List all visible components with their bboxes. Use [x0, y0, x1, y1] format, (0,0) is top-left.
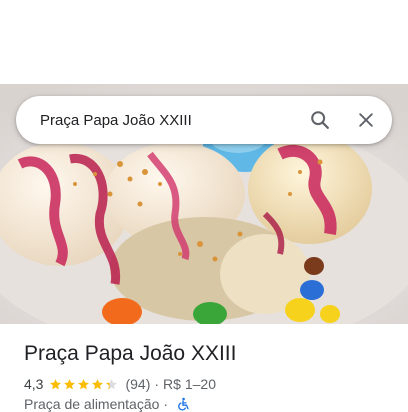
category-separator: · [163, 396, 169, 412]
rating-row: 4,3 (94) · R$ 1–20 [24, 376, 392, 392]
category-row: Praça de alimentação · [24, 396, 392, 412]
search-bar[interactable]: Praça Papa João XXIII [16, 96, 392, 144]
star-icon [78, 378, 90, 389]
search-icon[interactable] [300, 100, 340, 140]
rating-value: 4,3 [24, 376, 44, 392]
star-icon [92, 378, 104, 389]
place-info-panel[interactable]: Praça Papa João XXIII 4,3 (94) · R$ 1–20… [24, 340, 392, 412]
wheelchair-icon [178, 397, 189, 411]
price-range: R$ 1–20 [163, 376, 216, 392]
star-icon [50, 378, 62, 389]
close-icon[interactable] [346, 100, 386, 140]
search-input[interactable]: Praça Papa João XXIII [40, 112, 300, 129]
star-rating [49, 378, 119, 391]
separator: · [154, 376, 160, 392]
place-title: Praça Papa João XXIII [24, 342, 237, 365]
star-icon [64, 378, 76, 389]
star-icon [106, 378, 118, 389]
review-count[interactable]: (94) [125, 376, 150, 392]
place-category: Praça de alimentação [24, 396, 160, 412]
